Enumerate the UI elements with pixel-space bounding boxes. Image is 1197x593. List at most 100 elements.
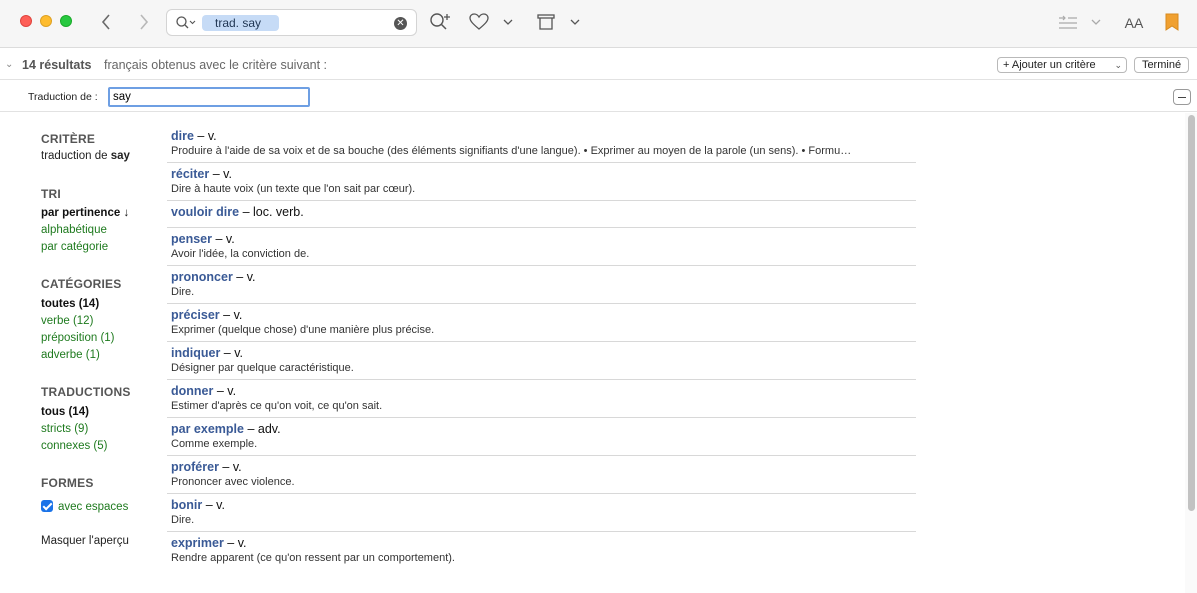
result-entry[interactable]: préciser – v. Exprimer (quelque chose) d… bbox=[167, 304, 916, 342]
entry-pos: – v. bbox=[236, 270, 256, 284]
entry-definition: Comme exemple. bbox=[171, 438, 258, 450]
entry-definition: Exprimer (quelque chose) d'une manière p… bbox=[171, 324, 435, 336]
result-entry[interactable]: indiquer – v. Désigner par quelque carac… bbox=[167, 342, 916, 380]
category-preposition[interactable]: préposition (1) bbox=[41, 332, 115, 344]
category-verb[interactable]: verbe (12) bbox=[41, 315, 93, 327]
with-spaces-label: avec espaces bbox=[58, 501, 129, 513]
criteria-row: Traduction de : bbox=[0, 81, 1197, 112]
entry-word[interactable]: dire bbox=[171, 129, 194, 143]
entry-word[interactable]: vouloir dire bbox=[171, 205, 239, 219]
chevron-down-icon[interactable] bbox=[502, 16, 514, 28]
toolbar: trad. say ✕ AA bbox=[0, 0, 1197, 48]
sidebar-traductions-title: TRADUCTIONS bbox=[41, 385, 131, 399]
translation-input[interactable] bbox=[108, 87, 310, 107]
result-entry[interactable]: vouloir dire – loc. verb. bbox=[167, 201, 916, 228]
chevron-down-icon[interactable] bbox=[1090, 16, 1102, 28]
entry-definition: Avoir l'idée, la conviction de. bbox=[171, 248, 310, 260]
sidebar-formes-title: FORMES bbox=[41, 476, 94, 490]
translations-all[interactable]: tous (14) bbox=[41, 406, 89, 418]
sidebar-critere-title: CRITÈRE bbox=[41, 132, 96, 146]
sort-alphabetical[interactable]: alphabétique bbox=[41, 224, 107, 236]
result-entry[interactable]: bonir – v. Dire. bbox=[167, 494, 916, 532]
category-adverb[interactable]: adverbe (1) bbox=[41, 349, 100, 361]
heart-icon[interactable] bbox=[469, 12, 489, 32]
scrollbar-thumb[interactable] bbox=[1188, 115, 1195, 511]
add-criterion-button[interactable]: + Ajouter un critère ⌄ bbox=[997, 57, 1127, 73]
result-entry[interactable]: prononcer – v. Dire. bbox=[167, 266, 916, 304]
sort-category[interactable]: par catégorie bbox=[41, 241, 108, 253]
result-entry[interactable]: dire – v. Produire à l'aide de sa voix e… bbox=[167, 125, 916, 163]
entry-definition: Désigner par quelque caractéristique. bbox=[171, 362, 354, 374]
sort-relevance[interactable]: par pertinence ↓ bbox=[41, 207, 129, 219]
chevron-down-icon[interactable] bbox=[569, 16, 581, 28]
entry-definition: Estimer d'après ce qu'on voit, ce qu'on … bbox=[171, 400, 383, 412]
close-window-button[interactable] bbox=[20, 15, 32, 27]
result-entry[interactable]: penser – v. Avoir l'idée, la conviction … bbox=[167, 228, 916, 266]
result-entry[interactable]: donner – v. Estimer d'après ce qu'on voi… bbox=[167, 380, 916, 418]
with-spaces-checkbox[interactable]: avec espaces bbox=[41, 500, 128, 513]
bookmark-icon[interactable] bbox=[1164, 12, 1180, 32]
search-options-icon[interactable] bbox=[175, 15, 197, 31]
entry-head: bonir – v. bbox=[171, 497, 916, 513]
zoom-in-search-icon[interactable] bbox=[429, 12, 451, 32]
font-size-button[interactable]: AA bbox=[1122, 13, 1146, 33]
entry-pos: – loc. verb. bbox=[242, 205, 304, 219]
sidebar-critere-text: traduction de say bbox=[41, 150, 130, 162]
sidebar-categories-title: CATÉGORIES bbox=[41, 277, 122, 291]
entry-pos: – adv. bbox=[247, 422, 281, 436]
entry-word[interactable]: donner bbox=[171, 384, 213, 398]
done-button[interactable]: Terminé bbox=[1134, 57, 1189, 73]
remove-criterion-button[interactable] bbox=[1173, 89, 1191, 105]
sidebar-tri-title: TRI bbox=[41, 187, 61, 201]
result-entry[interactable]: par exemple – adv. Comme exemple. bbox=[167, 418, 916, 456]
entry-pos: – v. bbox=[223, 308, 243, 322]
forward-icon[interactable] bbox=[136, 13, 152, 31]
results-count: 14 résultats bbox=[22, 58, 92, 72]
indent-list-icon[interactable] bbox=[1057, 13, 1079, 31]
minimize-window-button[interactable] bbox=[40, 15, 52, 27]
result-entry[interactable]: réciter – v. Dire à haute voix (un texte… bbox=[167, 163, 916, 201]
entry-definition: Produire à l'aide de sa voix et de sa bo… bbox=[171, 145, 852, 157]
font-size-label: AA bbox=[1124, 15, 1144, 31]
entry-definition: Dire à haute voix (un texte que l'on sai… bbox=[171, 183, 416, 195]
chevron-down-icon[interactable]: ⌄ bbox=[5, 59, 13, 70]
entry-word[interactable]: proférer bbox=[171, 460, 219, 474]
entry-head: exprimer – v. bbox=[171, 535, 916, 551]
entry-word[interactable]: penser bbox=[171, 232, 212, 246]
result-entry[interactable]: exprimer – v. Rendre apparent (ce qu'on … bbox=[167, 532, 916, 569]
entry-pos: – v. bbox=[215, 232, 235, 246]
result-entry[interactable]: proférer – v. Prononcer avec violence. bbox=[167, 456, 916, 494]
criterion-label: Traduction de : bbox=[28, 91, 98, 103]
search-field[interactable]: trad. say ✕ bbox=[166, 9, 417, 36]
entry-pos: – v. bbox=[216, 384, 237, 398]
entry-pos: – v. bbox=[212, 167, 232, 181]
entry-head: réciter – v. bbox=[171, 166, 916, 182]
translations-related[interactable]: connexes (5) bbox=[41, 440, 107, 452]
results-bar: ⌄ 14 résultats français obtenus avec le … bbox=[0, 49, 1197, 80]
entry-word[interactable]: réciter bbox=[171, 167, 209, 181]
entry-head: donner – v. bbox=[171, 383, 916, 399]
entry-definition: Dire. bbox=[171, 514, 195, 526]
entry-head: préciser – v. bbox=[171, 307, 916, 323]
entry-head: dire – v. bbox=[171, 128, 916, 144]
entry-word[interactable]: prononcer bbox=[171, 270, 233, 284]
critere-value: say bbox=[110, 150, 130, 162]
zoom-window-button[interactable] bbox=[60, 15, 72, 27]
checkbox-checked-icon[interactable] bbox=[41, 500, 53, 512]
bin-icon[interactable] bbox=[536, 12, 556, 32]
entry-word[interactable]: bonir bbox=[171, 498, 202, 512]
back-icon[interactable] bbox=[98, 13, 114, 31]
entry-word[interactable]: indiquer bbox=[171, 346, 220, 360]
search-token[interactable]: trad. say bbox=[202, 15, 279, 31]
category-all[interactable]: toutes (14) bbox=[41, 298, 99, 310]
entry-word[interactable]: préciser bbox=[171, 308, 220, 322]
entry-head: penser – v. bbox=[171, 231, 916, 247]
translations-strict[interactable]: stricts (9) bbox=[41, 423, 88, 435]
xmark-circle-icon[interactable]: ✕ bbox=[394, 17, 407, 30]
entry-pos: – v. bbox=[227, 536, 247, 550]
results-description: français obtenus avec le critère suivant… bbox=[104, 58, 328, 72]
entry-head: indiquer – v. bbox=[171, 345, 916, 361]
entry-word[interactable]: par exemple bbox=[171, 422, 244, 436]
hide-preview-link[interactable]: Masquer l'aperçu bbox=[41, 535, 129, 547]
entry-word[interactable]: exprimer bbox=[171, 536, 224, 550]
